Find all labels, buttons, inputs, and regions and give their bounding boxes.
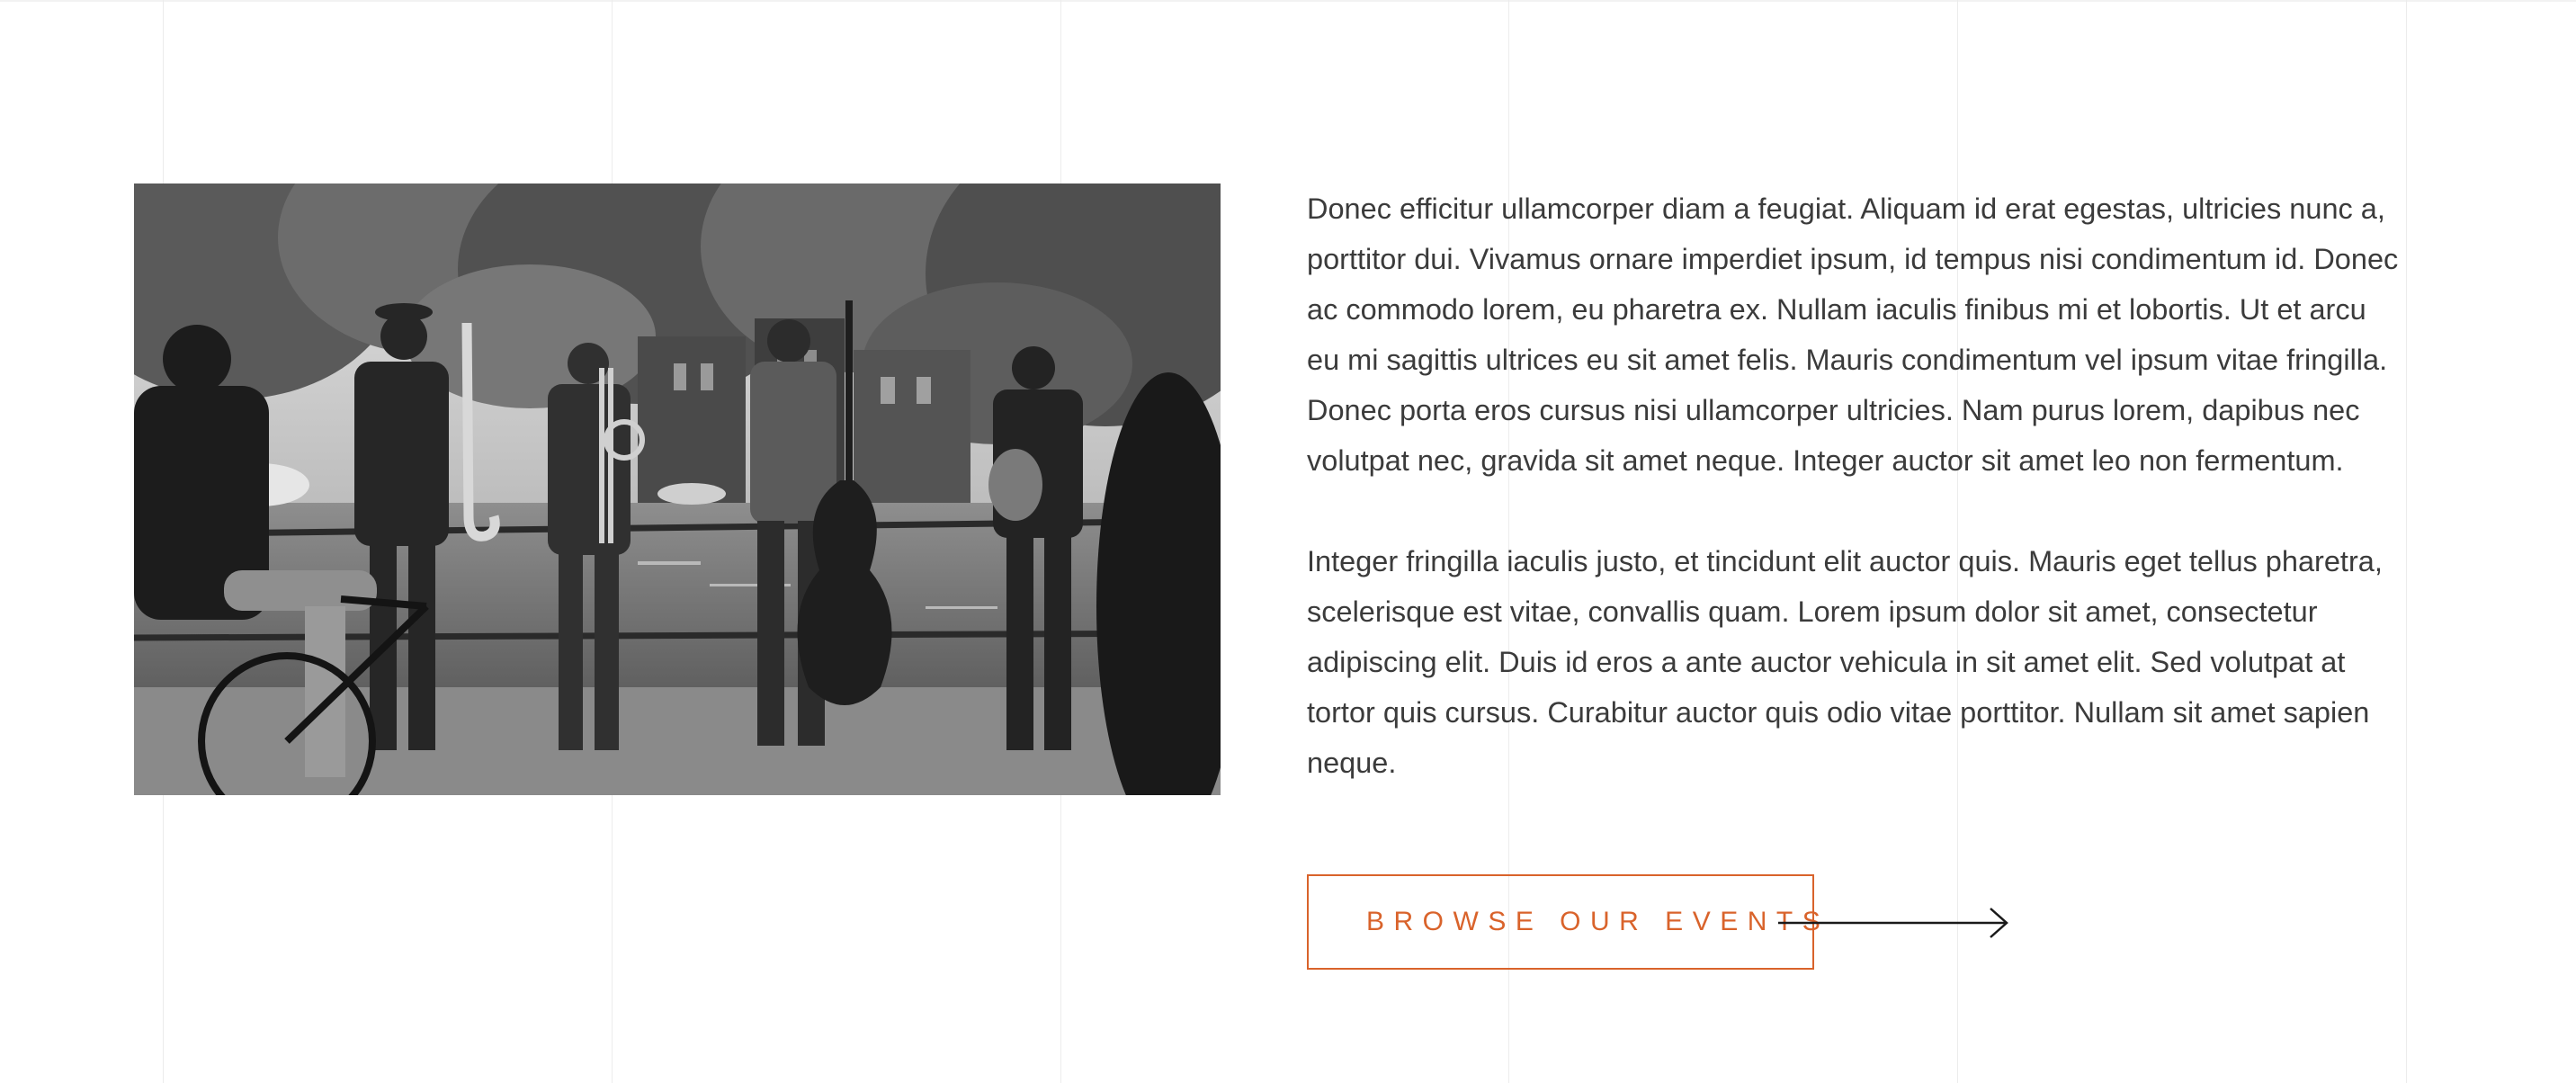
top-border xyxy=(0,0,2576,2)
acoustic-guitar xyxy=(988,449,1042,521)
canal-boat xyxy=(657,483,726,505)
street-musicians-photo xyxy=(134,183,1221,795)
browse-events-button[interactable]: BROWSE OUR EVENTS xyxy=(1307,874,1820,970)
browse-events-label: BROWSE OUR EVENTS xyxy=(1366,907,1830,936)
body-paragraph: Donec efficitur ullamcorper diam a feugi… xyxy=(1307,192,2399,477)
arrow-right-icon[interactable] xyxy=(1778,907,2012,939)
body-paragraph: Integer fringilla iaculis justo, et tinc… xyxy=(1307,545,2383,779)
article-body: Donec efficitur ullamcorper diam a feugi… xyxy=(1307,183,2404,838)
background-gridline xyxy=(2406,0,2407,1083)
